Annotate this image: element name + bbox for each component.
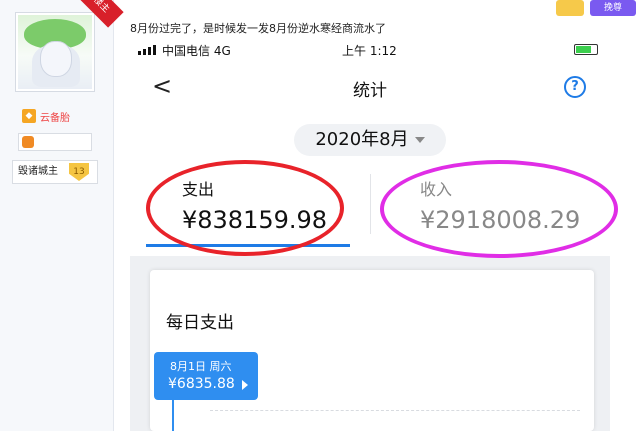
page-title: 统计 xyxy=(353,81,387,101)
forum-user-sidebar: 楼主 ◆ 云备胎 毁诸城主 13 xyxy=(0,0,124,431)
level-name: 云备胎 xyxy=(40,112,70,124)
tooltip-date: 8月1日 周六 xyxy=(170,360,232,373)
user-title: 毁诸城主 xyxy=(18,166,58,177)
avatar-image xyxy=(18,15,92,89)
medal-box xyxy=(18,133,92,151)
stats-tabs: 支出 ¥838159.98 收入 ¥2918008.29 xyxy=(140,170,600,250)
status-time: 上午 1:12 xyxy=(342,44,397,58)
status-bar: 中国电信 4G 上午 1:12 xyxy=(130,38,610,62)
daily-expense-title: 每日支出 xyxy=(166,313,234,333)
daily-expense-card: 每日支出 8月1日 周六 ¥6835.88 xyxy=(150,270,594,431)
tooltip-amount: ¥6835.88 xyxy=(168,376,235,392)
medal-icon xyxy=(22,136,34,148)
tab-expense[interactable]: 支出 ¥838159.98 xyxy=(146,170,350,250)
chevron-down-icon xyxy=(414,137,425,143)
trophy-icon xyxy=(556,0,584,16)
post-text: 8月份过完了，是时候发一发8月份逆水寒经商流水了 xyxy=(130,22,386,35)
expense-amount: ¥838159.98 xyxy=(182,206,328,234)
chart-tooltip[interactable]: 8月1日 周六 ¥6835.88 xyxy=(154,352,258,400)
signal-icon xyxy=(138,45,156,55)
phone-screenshot: 中国电信 4G 上午 1:12 < 统计 ? 2020年8月 支出 ¥83815… xyxy=(130,38,610,431)
month-label: 2020年8月 xyxy=(315,129,409,150)
vip-badge: 挽尊 xyxy=(590,0,636,16)
month-selector[interactable]: 2020年8月 xyxy=(294,124,446,156)
user-title-box: 毁诸城主 13 xyxy=(12,160,98,184)
battery-icon xyxy=(574,44,598,55)
level-icon: ◆ xyxy=(22,109,36,123)
chevron-right-icon xyxy=(242,380,248,390)
tab-label: 支出 xyxy=(182,180,215,199)
tab-label: 收入 xyxy=(420,180,453,199)
user-level-badge: 13 xyxy=(69,163,89,181)
avatar[interactable] xyxy=(15,12,95,92)
tab-income[interactable]: 收入 ¥2918008.29 xyxy=(372,170,602,250)
chart-gridline xyxy=(210,410,580,411)
help-icon[interactable]: ? xyxy=(564,76,586,98)
top-right-badges: 挽尊 xyxy=(556,0,636,16)
chart-cursor-line xyxy=(172,400,174,431)
tab-divider xyxy=(370,174,371,234)
user-level-row: ◆ 云备胎 xyxy=(22,108,70,124)
income-amount: ¥2918008.29 xyxy=(420,206,581,234)
active-tab-indicator xyxy=(146,244,350,247)
carrier-label: 中国电信 4G xyxy=(162,44,231,58)
